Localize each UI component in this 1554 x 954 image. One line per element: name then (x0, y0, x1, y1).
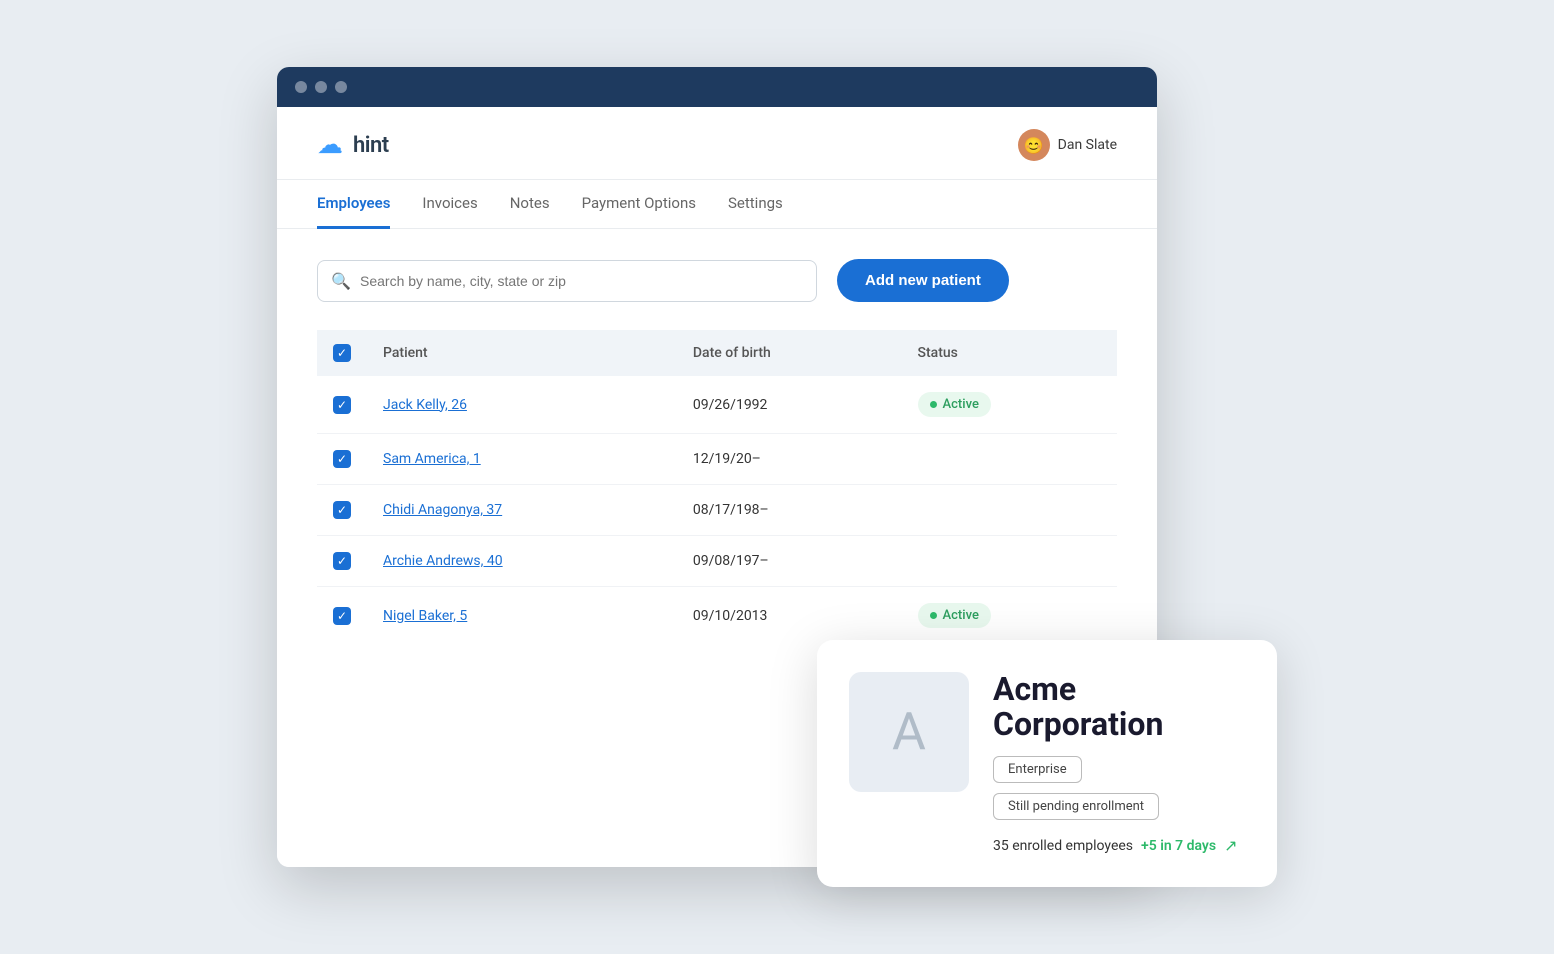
status-text: Active (943, 397, 979, 412)
search-input[interactable] (317, 260, 817, 302)
patient-name-link[interactable]: Sam America, 1 (383, 451, 481, 467)
tab-notes[interactable]: Notes (510, 180, 550, 229)
dob-cell: 09/08/197– (677, 536, 902, 587)
table-row: ✓ Archie Andrews, 40 09/08/197– (317, 536, 1117, 587)
dob-cell: 09/10/2013 (677, 587, 902, 645)
status-cell: Active (902, 587, 1117, 645)
arrow-icon: ↗ (1224, 836, 1237, 855)
check-icon: ✓ (337, 347, 347, 359)
row-checkbox-cell: ✓ (317, 587, 367, 645)
search-row: 🔍 Add new patient (317, 259, 1117, 302)
patient-name-link[interactable]: Chidi Anagonya, 37 (383, 502, 502, 518)
company-avatar: A (849, 672, 969, 792)
row-checkbox[interactable]: ✓ (333, 396, 351, 414)
header-dob: Date of birth (677, 330, 902, 376)
dob-cell: 12/19/20– (677, 434, 902, 485)
company-info: Acme Corporation Enterprise Still pendin… (993, 672, 1245, 855)
patient-name-link[interactable]: Nigel Baker, 5 (383, 608, 467, 624)
logo: ☁ hint (317, 130, 389, 160)
patient-name-link[interactable]: Archie Andrews, 40 (383, 553, 503, 569)
row-checkbox[interactable]: ✓ (333, 450, 351, 468)
row-checkbox[interactable]: ✓ (333, 501, 351, 519)
table-header: ✓ Patient Date of birth Status (317, 330, 1117, 376)
growth-stat: +5 in 7 days (1141, 838, 1216, 854)
check-icon: ✓ (337, 610, 347, 622)
company-tags: Enterprise Still pending enrollment (993, 756, 1245, 820)
company-stats: 35 enrolled employees +5 in 7 days ↗ (993, 836, 1245, 855)
header-checkbox[interactable]: ✓ (333, 344, 351, 362)
company-card: A Acme Corporation Enterprise Still pend… (817, 640, 1277, 887)
status-cell (902, 536, 1117, 587)
scene: ☁ hint 😊 Dan Slate Employees Invoices No… (277, 67, 1277, 887)
status-cell: Active (902, 376, 1117, 434)
check-icon: ✓ (337, 399, 347, 411)
cloud-icon: ☁ (317, 130, 343, 160)
traffic-light-green (335, 81, 347, 93)
dob-cell: 08/17/198– (677, 485, 902, 536)
avatar-emoji: 😊 (1024, 136, 1044, 155)
row-checkbox-cell: ✓ (317, 485, 367, 536)
table-row: ✓ Nigel Baker, 5 09/10/2013 Active (317, 587, 1117, 645)
tab-invoices[interactable]: Invoices (422, 180, 477, 229)
tab-employees[interactable]: Employees (317, 180, 390, 229)
row-checkbox-cell: ✓ (317, 434, 367, 485)
header-patient: Patient (367, 330, 677, 376)
tab-payment-options[interactable]: Payment Options (582, 180, 696, 229)
company-name: Acme Corporation (993, 672, 1245, 742)
status-dot (930, 612, 937, 619)
patient-name-cell: Archie Andrews, 40 (367, 536, 677, 587)
company-logo-area: A Acme Corporation Enterprise Still pend… (849, 672, 1245, 855)
status-badge: Active (918, 392, 991, 417)
tag-enterprise[interactable]: Enterprise (993, 756, 1082, 783)
nav-tabs: Employees Invoices Notes Payment Options… (277, 180, 1157, 229)
company-initial: A (892, 701, 926, 762)
traffic-light-yellow (315, 81, 327, 93)
header-checkbox-cell: ✓ (317, 330, 367, 376)
row-checkbox[interactable]: ✓ (333, 552, 351, 570)
logo-text: hint (353, 133, 389, 158)
patient-name-cell: Chidi Anagonya, 37 (367, 485, 677, 536)
browser-titlebar (277, 67, 1157, 107)
main-content: 🔍 Add new patient ✓ (277, 229, 1157, 674)
table-row: ✓ Chidi Anagonya, 37 08/17/198– (317, 485, 1117, 536)
search-box: 🔍 (317, 260, 817, 302)
app-header: ☁ hint 😊 Dan Slate (277, 107, 1157, 180)
add-patient-button[interactable]: Add new patient (837, 259, 1009, 302)
patient-name-cell: Nigel Baker, 5 (367, 587, 677, 645)
table-row: ✓ Jack Kelly, 26 09/26/1992 Active (317, 376, 1117, 434)
search-icon: 🔍 (331, 271, 351, 290)
user-name: Dan Slate (1058, 137, 1117, 153)
user-menu[interactable]: 😊 Dan Slate (1018, 129, 1117, 161)
table-row: ✓ Sam America, 1 12/19/20– (317, 434, 1117, 485)
patient-name-cell: Sam America, 1 (367, 434, 677, 485)
status-cell (902, 485, 1117, 536)
enrolled-count: 35 enrolled employees (993, 838, 1133, 854)
check-icon: ✓ (337, 555, 347, 567)
row-checkbox-cell: ✓ (317, 536, 367, 587)
status-cell (902, 434, 1117, 485)
status-text: Active (943, 608, 979, 623)
check-icon: ✓ (337, 453, 347, 465)
check-icon: ✓ (337, 504, 347, 516)
header-status: Status (902, 330, 1117, 376)
row-checkbox[interactable]: ✓ (333, 607, 351, 625)
status-badge: Active (918, 603, 991, 628)
table-body: ✓ Jack Kelly, 26 09/26/1992 Active (317, 376, 1117, 644)
patient-name-link[interactable]: Jack Kelly, 26 (383, 397, 467, 413)
row-checkbox-cell: ✓ (317, 376, 367, 434)
patient-name-cell: Jack Kelly, 26 (367, 376, 677, 434)
avatar: 😊 (1018, 129, 1050, 161)
tag-pending[interactable]: Still pending enrollment (993, 793, 1159, 820)
traffic-light-red (295, 81, 307, 93)
tab-settings[interactable]: Settings (728, 180, 783, 229)
patient-table: ✓ Patient Date of birth Status (317, 330, 1117, 644)
dob-cell: 09/26/1992 (677, 376, 902, 434)
status-dot (930, 401, 937, 408)
